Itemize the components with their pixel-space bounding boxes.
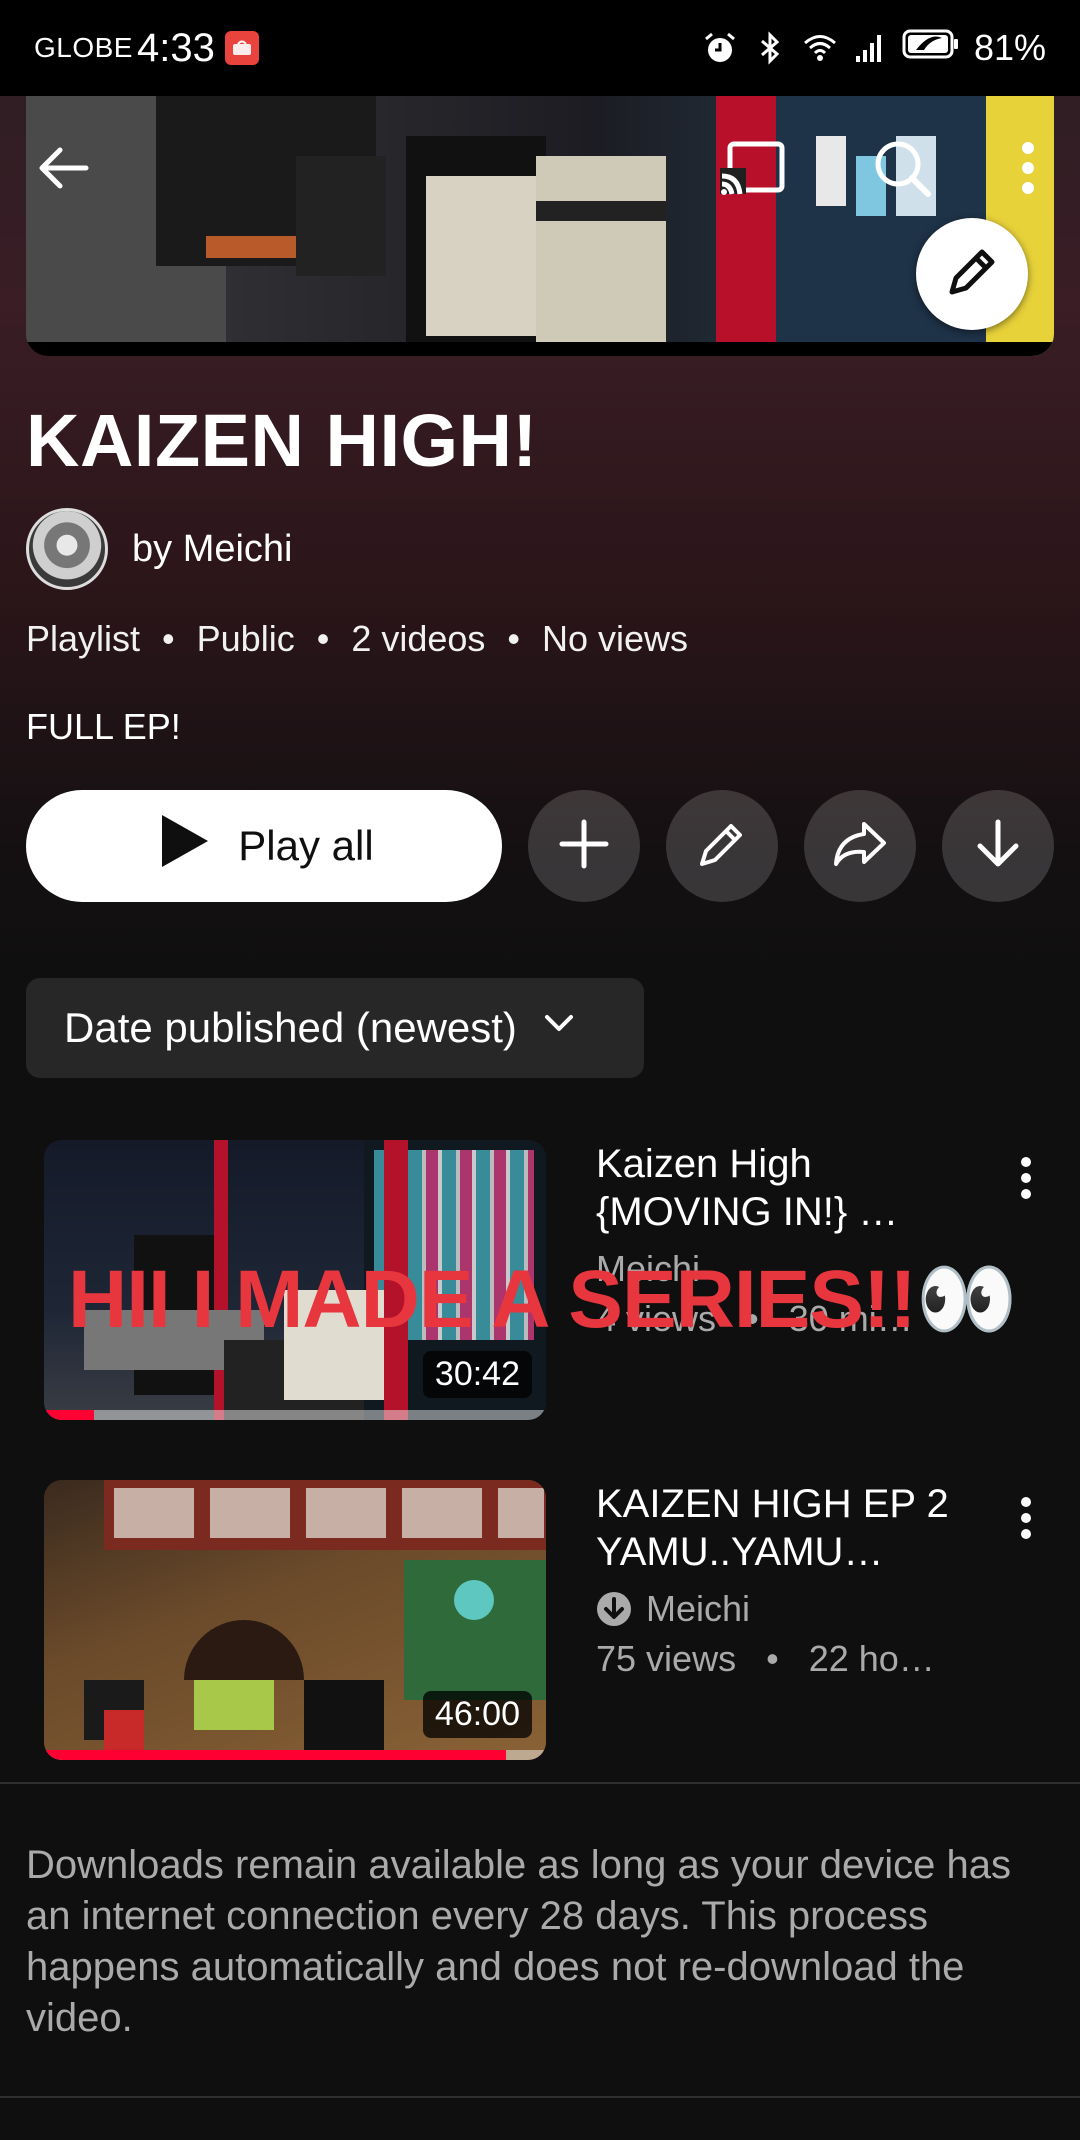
video-stats: 75 views • 22 ho… bbox=[596, 1638, 976, 1680]
avatar[interactable] bbox=[26, 508, 108, 590]
playlist-actions: Play all bbox=[26, 790, 1054, 902]
battery-percentage: 81% bbox=[973, 27, 1046, 68]
share-button[interactable] bbox=[804, 790, 916, 902]
download-button[interactable] bbox=[942, 790, 1054, 902]
meta-separator: • bbox=[162, 618, 175, 659]
add-icon bbox=[556, 816, 612, 877]
battery-icon bbox=[902, 26, 960, 70]
playlist-views: No views bbox=[542, 618, 689, 659]
app-notification-icon bbox=[224, 31, 259, 65]
download-icon bbox=[970, 816, 1026, 877]
video-duration: 46:00 bbox=[422, 1691, 532, 1738]
video-info[interactable]: KAIZEN HIGH EP 2 YAMU..YAMU… Meichi 75 v… bbox=[596, 1480, 976, 1680]
overlay-caption: HII I MADE A SERIES!!👀 bbox=[68, 1254, 1018, 1345]
add-to-playlist-button[interactable] bbox=[528, 790, 640, 902]
watch-progress-track bbox=[44, 1410, 546, 1420]
video-views: 75 views bbox=[596, 1638, 737, 1679]
cast-icon bbox=[716, 138, 788, 203]
video-thumbnail[interactable]: 46:00 bbox=[44, 1480, 546, 1760]
wifi-icon bbox=[802, 30, 838, 66]
divider bbox=[0, 2096, 1080, 2098]
watch-progress-bar bbox=[44, 1750, 506, 1760]
clock: 4:33 bbox=[136, 25, 215, 70]
share-icon bbox=[830, 816, 890, 877]
pencil-icon bbox=[694, 816, 750, 877]
playlist-meta: Playlist • Public • 2 videos • No views bbox=[26, 618, 688, 660]
arrow-back-icon bbox=[34, 138, 94, 203]
divider bbox=[0, 1782, 1080, 1784]
playlist-title: KAIZEN HIGH! bbox=[26, 399, 538, 482]
video-duration: 30:42 bbox=[422, 1351, 532, 1398]
playlist-owner[interactable]: by Meichi bbox=[26, 508, 293, 590]
status-bar: GLOBE 4:33 81% bbox=[0, 0, 1080, 96]
play-all-label: Play all bbox=[238, 822, 374, 869]
video-more-button[interactable] bbox=[998, 1150, 1054, 1210]
bluetooth-icon bbox=[752, 30, 788, 66]
video-age: 22 ho… bbox=[808, 1638, 935, 1679]
video-title[interactable]: KAIZEN HIGH EP 2 YAMU..YAMU… bbox=[596, 1480, 976, 1576]
playlist-description: FULL EP! bbox=[26, 706, 181, 747]
alarm-icon bbox=[702, 30, 738, 66]
search-icon bbox=[870, 136, 934, 205]
downloads-note: Downloads remain available as long as yo… bbox=[26, 1843, 1011, 2040]
edit-playlist-button[interactable] bbox=[666, 790, 778, 902]
edit-thumbnail-button[interactable] bbox=[916, 218, 1028, 330]
back-button[interactable] bbox=[28, 134, 100, 206]
watch-progress-bar bbox=[44, 1410, 95, 1420]
cast-button[interactable] bbox=[716, 134, 788, 206]
carrier-label: GLOBE bbox=[34, 32, 133, 63]
playlist-type: Playlist bbox=[26, 618, 141, 659]
meta-separator: • bbox=[766, 1638, 779, 1679]
playlist-video-count: 2 videos bbox=[351, 618, 486, 659]
chevron-down-icon bbox=[539, 1003, 579, 1053]
video-channel: Meichi bbox=[646, 1588, 751, 1629]
sort-dropdown[interactable]: Date published (newest) bbox=[26, 978, 644, 1078]
signal-icon bbox=[852, 30, 888, 66]
search-button[interactable] bbox=[866, 134, 938, 206]
more-vert-icon bbox=[1020, 1156, 1032, 1205]
sort-label: Date published (newest) bbox=[64, 1004, 517, 1051]
more-options-button[interactable] bbox=[1000, 134, 1056, 206]
play-icon bbox=[154, 813, 210, 879]
meta-separator: • bbox=[316, 618, 330, 659]
list-item[interactable]: 46:00 KAIZEN HIGH EP 2 YAMU..YAMU… Meich… bbox=[44, 1480, 1054, 1760]
more-vert-icon bbox=[1020, 1496, 1032, 1545]
video-channel-row: Meichi bbox=[596, 1588, 976, 1630]
pencil-icon bbox=[942, 242, 1002, 307]
meta-separator: • bbox=[507, 618, 521, 659]
owner-name[interactable]: by Meichi bbox=[132, 528, 293, 571]
video-title[interactable]: Kaizen High {MOVING IN!} … bbox=[596, 1140, 976, 1236]
more-vert-icon bbox=[1020, 138, 1036, 203]
downloaded-icon bbox=[596, 1591, 632, 1627]
playlist-visibility: Public bbox=[196, 618, 295, 659]
play-all-button[interactable]: Play all bbox=[26, 790, 502, 902]
video-more-button[interactable] bbox=[998, 1490, 1054, 1550]
